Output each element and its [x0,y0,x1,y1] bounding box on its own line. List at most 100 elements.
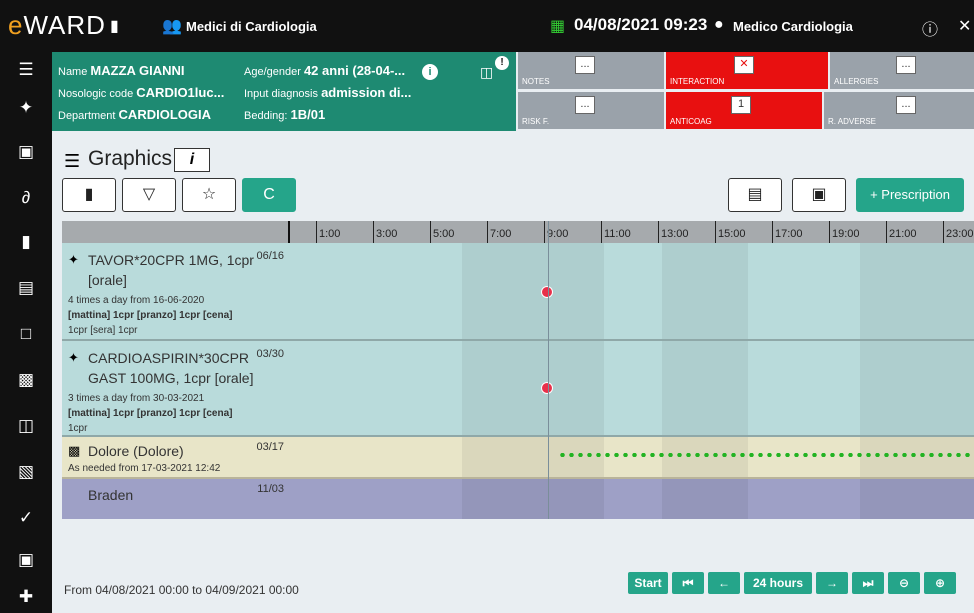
shade [462,341,604,435]
as-needed-dots [558,453,974,457]
folder-clock-icon: ▤ [747,186,763,203]
add-icon[interactable]: ✚ [14,585,38,609]
shade [860,437,974,477]
notes-box[interactable]: ... [575,56,595,74]
timeline-tick: 5:00 [430,221,454,243]
drug-schedule-cont: 1cpr [sera] 1cpr [68,325,138,336]
patient-info-icon[interactable]: i [422,64,438,80]
anticoag-label: ANTICOAG [670,117,712,126]
patient-nosologic: Nosologic code CARDIO1luc... [58,85,225,100]
drug-schedule: [mattina] 1cpr [pranzo] 1cpr [cena] [68,310,233,321]
signature-icon[interactable]: ✓ [14,506,38,530]
missed-dose-marker[interactable] [541,286,553,298]
timeline-tick: 13:00 [658,221,689,243]
range-button[interactable]: 24 hours [744,572,812,594]
report-icon[interactable]: ▤ [14,276,38,300]
drug-count: 03/30 [256,348,284,360]
test-tube-icon[interactable]: ▮ [14,230,38,254]
dashboard-icon[interactable]: ▩ [14,368,38,392]
filter-button[interactable]: ▽ [122,178,176,212]
sidebar: ☰ ✦ ▣ ∂ ▮ ▤ □ ▩ ◫ ▧ ✓ ▣ ✚ [0,52,52,613]
pill-icon: ✦ [68,350,79,365]
row-label: ✦ CARDIOASPIRIN*30CPR GAST 100MG, 1cpr [… [62,341,290,435]
interaction-tile[interactable]: ✕ INTERACTION [666,52,828,89]
first-button[interactable]: ⏮ [672,572,704,594]
anticoag-tile[interactable]: 1 ANTICOAG [666,92,822,129]
shade [860,341,974,435]
prev-button[interactable]: ← [708,572,740,594]
add-item-button[interactable]: ▣ [792,178,846,212]
zoom-in-button[interactable]: ⊕ [924,572,956,594]
close-icon[interactable]: ✕ [958,16,971,36]
therapy-row-tavor[interactable]: ✦ TAVOR*20CPR 1MG, 1cpr [orale] 06/16 4 … [62,243,974,341]
start-button[interactable]: Start [628,572,668,594]
menu-icon[interactable]: ☰ [14,58,38,82]
anticoag-box[interactable]: 1 [731,96,751,114]
row-track [290,243,974,339]
next-button[interactable]: → [816,572,848,594]
timeline-header: 1:00 3:00 5:00 7:00 9:00 11:00 13:00 15:… [62,221,974,243]
drug-frequency: 4 times a day from 16-06-2020 [68,295,205,306]
pill-icon[interactable]: ✦ [14,96,38,120]
users-icon: 👥 [162,18,182,35]
risk-factors-tile[interactable]: ... RISK F. [518,92,664,129]
allergies-label: ALLERGIES [834,77,879,86]
timeline-tick: 23:00 [943,221,974,243]
therapy-row-pain[interactable]: ▩ Dolore (Dolore) 03/17 As needed from 1… [62,437,974,479]
drug-schedule-cont: 1cpr [68,423,88,434]
zoom-out-icon: ⊖ [898,576,910,590]
info-icon[interactable]: ⓘ [922,16,938,40]
row-label: ✦ TAVOR*20CPR 1MG, 1cpr [orale] 06/16 4 … [62,243,290,339]
alert-panel: ... NOTES ✕ INTERACTION ... ALLERGIES ..… [518,52,974,131]
therapy-row-braden[interactable]: Braden 11/03 [62,479,974,519]
calendar-icon[interactable]: ◫ [14,414,38,438]
drug-name: TAVOR*20CPR 1MG, 1cpr [orale] [88,252,254,288]
patient-department: Department CARDIOLOGIA [58,107,211,122]
adverse-reactions-label: R. ADVERSE [828,117,877,126]
patient-banner: Name MAZZA GIANNI Age/gender 42 anni (28… [52,52,516,131]
drug-count: 06/16 [256,250,284,262]
row-track [290,437,974,477]
allergies-box[interactable]: ... [896,56,916,74]
barcode-icon[interactable]: ◫ [480,64,493,81]
allergies-tile[interactable]: ... ALLERGIES [830,52,974,89]
notes-tile[interactable]: ... NOTES [518,52,664,89]
history-button[interactable]: ▤ [728,178,782,212]
info-button[interactable]: i [174,148,210,172]
patient-name: Name MAZZA GIANNI [58,63,185,78]
favorite-button[interactable]: ☆ [182,178,236,212]
prescription-button[interactable]: + Prescription [856,178,964,212]
datetime: 04/08/2021 09:23 [574,15,708,34]
refresh-button[interactable]: C [242,178,296,212]
arrow-right-icon: → [826,576,838,590]
shade [662,243,748,339]
patient-bedding: Bedding: 1B/01 [244,107,326,122]
chart-icon: ▩ [68,443,81,458]
clipboard-icon[interactable]: ▣ [14,140,38,164]
graphics-icon: ☰ [64,151,81,171]
adverse-reactions-box[interactable]: ... [896,96,916,114]
risk-factors-box[interactable]: ... [575,96,595,114]
adverse-reactions-tile[interactable]: ... R. ADVERSE [824,92,974,129]
search-box-icon[interactable]: ▣ [14,548,38,572]
notification-badge: ! [495,56,509,70]
drug-schedule: [mattina] 1cpr [pranzo] 1cpr [cena] [68,408,233,419]
skip-last-icon: ⏭ [862,576,874,590]
drug-frequency: 3 times a day from 30-03-2021 [68,393,205,404]
test-tube-filter-button[interactable]: ▮ [62,178,116,212]
user-name: Medico Cardiologia [733,19,853,34]
drug-frequency: As needed from 17-03-2021 12:42 [68,463,221,474]
drug-count: 03/17 [256,441,284,453]
document-icon[interactable]: ▮ [110,16,119,36]
interaction-box[interactable]: ✕ [734,56,754,74]
zoom-out-button[interactable]: ⊖ [888,572,920,594]
alert-document-icon[interactable]: ▧ [14,460,38,484]
search-document-icon[interactable]: □ [14,322,38,346]
row-track [290,479,974,519]
missed-dose-marker[interactable] [541,382,553,394]
drug-name: Dolore (Dolore) [88,443,184,459]
therapy-row-cardioaspirin[interactable]: ✦ CARDIOASPIRIN*30CPR GAST 100MG, 1cpr [… [62,341,974,437]
attachment-icon[interactable]: ∂ [14,186,38,210]
shade [662,437,748,477]
last-button[interactable]: ⏭ [852,572,884,594]
